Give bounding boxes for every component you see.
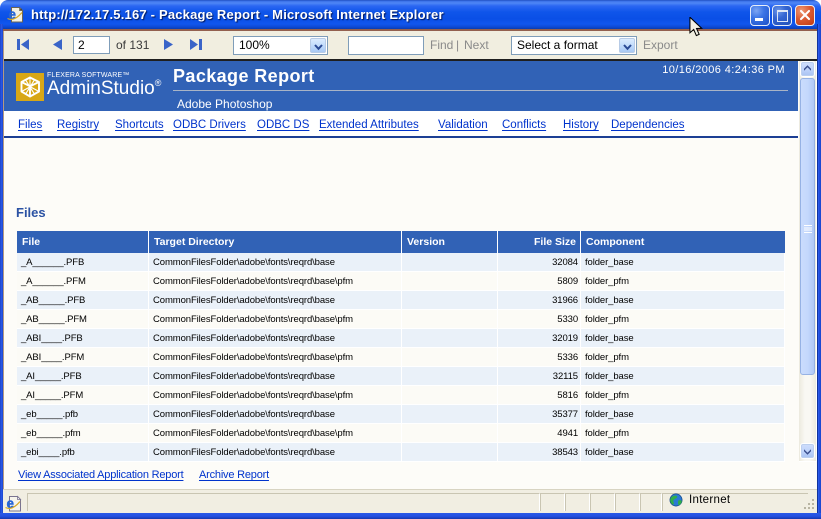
svg-text:e: e [9, 7, 17, 22]
svg-text:e: e [7, 496, 15, 511]
